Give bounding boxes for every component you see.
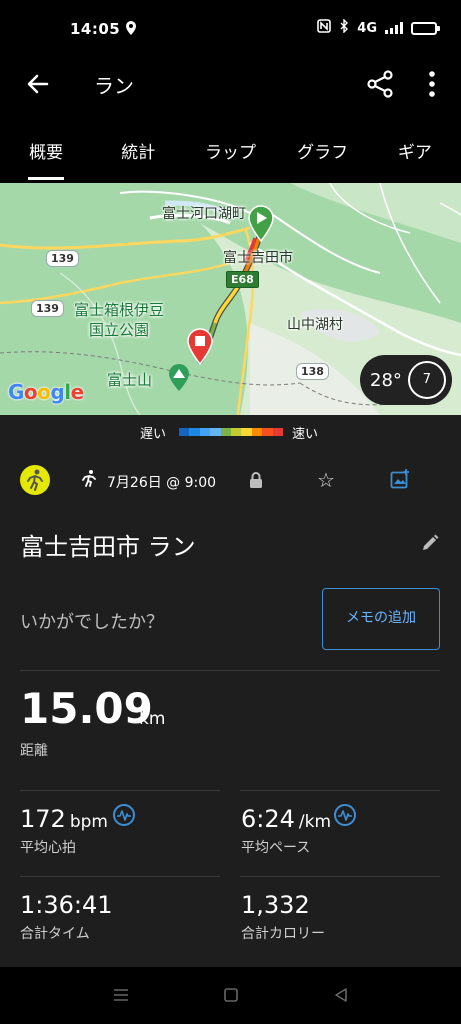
- legend-slow-label: 遅い: [140, 427, 167, 442]
- map-label-yamanakako: 山中湖村: [287, 317, 343, 333]
- signal-icon: [385, 22, 403, 34]
- tab-laps[interactable]: ラップ: [184, 126, 276, 180]
- divider: [20, 876, 220, 877]
- pace-unit: /km: [298, 812, 332, 832]
- route-map[interactable]: 富士河口湖町 富士吉田市 富士箱根伊豆 国立公園 山中湖村 富士山 139 139…: [0, 183, 461, 415]
- total-time-value: 1:36:41: [20, 891, 113, 919]
- road-138-shield: 138: [296, 363, 329, 380]
- legend-color-segment: [199, 428, 211, 436]
- add-memo-button[interactable]: メモの追加: [322, 588, 440, 650]
- page-title: ラン: [94, 74, 134, 98]
- activity-date: 7月26日 @ 9:00: [107, 475, 217, 491]
- tab-stats[interactable]: 統計: [92, 126, 184, 180]
- divider: [20, 670, 440, 671]
- network-type: 4G: [357, 20, 377, 36]
- pace-legend: 遅い 速い: [0, 415, 461, 447]
- status-bar: 14:05 4G: [0, 0, 461, 56]
- distance-unit: km: [139, 709, 166, 729]
- tab-bar: 概要 統計 ラップ グラフ ギア: [0, 126, 461, 180]
- weather-temperature: 28°: [370, 369, 402, 391]
- battery-icon: [411, 21, 440, 35]
- paw-icon: [124, 20, 138, 40]
- legend-color-segment: [189, 428, 200, 436]
- calories-value: 1,332: [241, 891, 310, 919]
- divider: [240, 790, 440, 791]
- pace-stat: 6:24/km: [241, 805, 331, 833]
- feel-prompt[interactable]: いかがでしたか？: [20, 608, 164, 634]
- wind-speed: 7: [422, 372, 432, 387]
- more-options-icon[interactable]: [420, 68, 444, 100]
- total-time-label: 合計タイム: [20, 926, 90, 942]
- pace-chart-icon[interactable]: [334, 804, 356, 826]
- legend-color-segment: [179, 428, 190, 436]
- heart-rate-stat: 172 bpm: [20, 805, 108, 833]
- legend-color-segment: [231, 428, 242, 436]
- edit-pencil-icon[interactable]: [420, 533, 440, 553]
- pace-value: 6:24: [241, 805, 295, 833]
- heart-rate-value: 172: [20, 805, 66, 833]
- star-icon[interactable]: ☆: [317, 468, 335, 492]
- legend-color-segment: [220, 428, 232, 436]
- pace-label: 平均ペース: [241, 840, 311, 856]
- legend-color-segment: [241, 428, 252, 436]
- nfc-icon: [317, 19, 332, 37]
- activity-title: 富士吉田市 ラン: [20, 533, 196, 561]
- heart-rate-unit: bpm: [69, 812, 108, 832]
- divider: [240, 876, 440, 877]
- bluetooth-icon: [339, 18, 349, 37]
- legend-color-bar: [179, 428, 284, 436]
- back-nav-icon[interactable]: [331, 985, 351, 1005]
- share-icon[interactable]: [364, 68, 396, 100]
- heart-rate-chart-icon[interactable]: [113, 804, 135, 826]
- legend-color-segment: [251, 428, 263, 436]
- legend-fast-label: 速い: [292, 427, 319, 442]
- distance-label: 距離: [20, 743, 48, 759]
- wind-icon: 7: [407, 361, 446, 399]
- divider: [20, 790, 220, 791]
- google-logo: Google: [8, 380, 84, 404]
- system-nav-bar: [0, 967, 461, 1024]
- legend-color-segment: [262, 428, 273, 436]
- map-label-fujiyoshida: 富士吉田市: [223, 250, 293, 266]
- recent-apps-icon[interactable]: [111, 985, 131, 1005]
- app-bar: ラン: [0, 56, 461, 112]
- road-139-shield-2: 139: [31, 300, 64, 317]
- calories-label: 合計カロリー: [241, 926, 325, 942]
- running-activity-icon: [20, 465, 50, 495]
- legend-color-segment: [272, 428, 284, 436]
- distance-value: 15.09: [20, 684, 153, 733]
- tab-graph[interactable]: グラフ: [277, 126, 369, 180]
- weather-badge: 28° 7: [360, 355, 452, 405]
- add-photo-icon[interactable]: [390, 469, 410, 489]
- tab-overview[interactable]: 概要: [0, 126, 92, 180]
- runner-icon: [80, 469, 98, 491]
- road-e68-shield: E68: [226, 271, 259, 288]
- activity-summary: 7月26日 @ 9:00 ☆ 富士吉田市 ラン いかがでしたか？ メモの追加 1…: [0, 447, 461, 967]
- tab-gear[interactable]: ギア: [369, 126, 461, 180]
- home-icon[interactable]: [221, 985, 241, 1005]
- lock-icon[interactable]: [248, 471, 264, 489]
- map-label-park: 富士箱根伊豆 国立公園: [74, 301, 165, 339]
- map-label-fujisan: 富士山: [107, 371, 153, 389]
- road-139-shield: 139: [46, 250, 79, 267]
- back-arrow-icon[interactable]: [22, 68, 54, 100]
- map-label-kawaguchiko: 富士河口湖町: [162, 206, 246, 222]
- status-time: 14:05: [70, 20, 121, 38]
- legend-color-segment: [210, 428, 221, 436]
- heart-rate-label: 平均心拍: [20, 840, 76, 856]
